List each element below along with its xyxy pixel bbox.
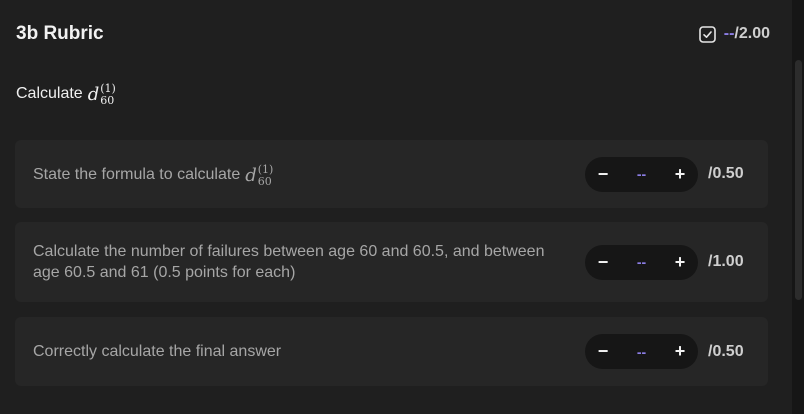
rubric-item-text: Correctly calculate the final answer [33,341,281,362]
scrollbar[interactable] [792,0,804,414]
increment-button[interactable]: + [673,341,687,362]
rubric-item-math: d (1) 60 [245,164,273,187]
rubric-item: Correctly calculate the final answer − -… [15,317,768,386]
rubric-item: State the formula to calculate d (1) 60 … [15,140,768,208]
rubric-header: 3b Rubric --/2.00 [16,20,770,48]
decrement-button[interactable]: − [596,164,610,184]
rubric-item-label: Correctly calculate the final answer [33,343,282,360]
decrement-button[interactable]: − [596,341,610,362]
checkbox-icon[interactable] [698,25,716,43]
math-superscript: (1) [100,82,116,95]
score-controls: − -- + /0.50 [585,156,750,192]
math-variable: d [87,84,100,105]
rubric-item-label: Calculate the number of failures between… [33,243,545,281]
rubric-item-text: State the formula to calculate d (1) 60 [33,163,273,187]
rubric-panel: 3b Rubric --/2.00 Calculate d (1) 60 Sta… [0,0,792,414]
increment-button[interactable]: + [673,164,687,184]
score-controls: − -- + /0.50 [585,334,750,369]
scrollbar-thumb[interactable] [795,60,802,300]
score-stepper[interactable]: − -- + [585,244,698,280]
score-stepper[interactable]: − -- + [585,156,698,192]
question-label: Calculate [16,84,83,102]
rubric-title: 3b Rubric [16,23,104,44]
score-value[interactable]: -- [637,344,646,360]
total-score-value: -- [723,25,735,42]
math-subscript: 60 [100,94,115,107]
question-prompt: Calculate d (1) 60 [16,82,116,106]
total-score: --/2.00 [698,25,770,43]
score-value[interactable]: -- [637,254,646,270]
question-math: d (1) 60 [88,83,116,106]
rubric-item-label: State the formula to calculate [33,165,241,183]
math-subscript: 60 [257,174,272,188]
score-stepper[interactable]: − -- + [585,334,698,369]
decrement-button[interactable]: − [596,252,610,272]
max-score: /1.00 [708,253,744,270]
max-score: /0.50 [708,342,744,360]
rubric-item-text: Calculate the number of failures between… [33,241,553,283]
math-variable: d [245,164,257,186]
score-value[interactable]: -- [637,166,646,182]
score-controls: − -- + /1.00 [585,244,750,280]
math-superscript: (1) [257,162,274,176]
total-score-max: /2.00 [734,25,770,42]
rubric-item: Calculate the number of failures between… [15,222,768,302]
increment-button[interactable]: + [673,252,687,272]
total-score-text: --/2.00 [724,25,770,43]
max-score: /0.50 [708,165,744,182]
